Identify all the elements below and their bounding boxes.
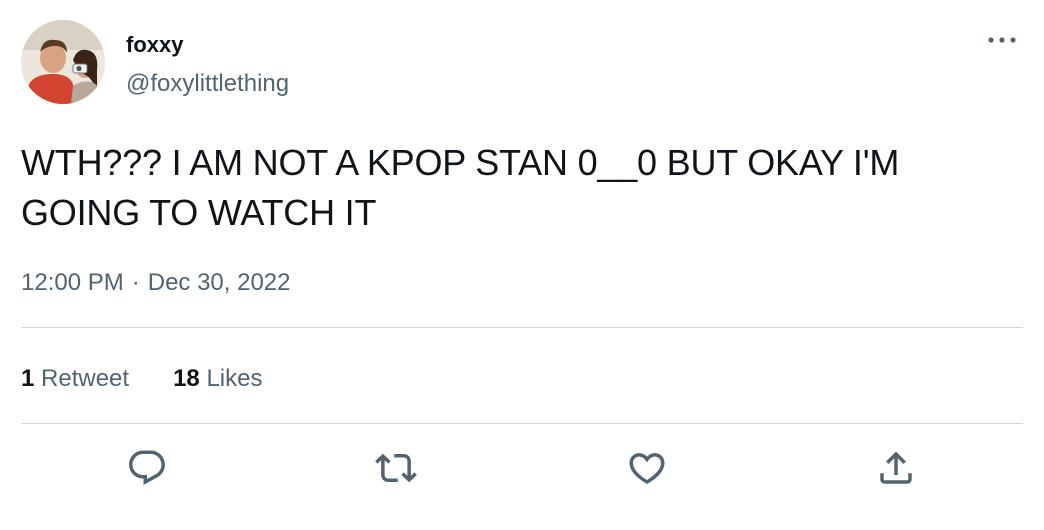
more-dots-icon: [988, 37, 1016, 43]
likes-stat[interactable]: 18 Likes: [173, 364, 262, 394]
reply-button[interactable]: [125, 446, 169, 490]
retweets-count: 1: [21, 365, 35, 392]
avatar[interactable]: [21, 20, 105, 104]
reply-icon: [129, 450, 165, 485]
share-icon: [880, 451, 912, 484]
tweet-card: foxxy @foxylittlething WTH??? I AM NOT A…: [0, 0, 1044, 530]
avatar-photo-icon: [21, 20, 105, 104]
tweet-text: WTH??? I AM NOT A KPOP STAN 0__0 BUT OKA…: [21, 142, 900, 233]
divider-top: [21, 327, 1023, 328]
heart-icon: [629, 453, 665, 485]
tweet-stats: 1 Retweet 18 Likes: [21, 364, 262, 394]
more-options-button[interactable]: [984, 26, 1020, 54]
retweet-button[interactable]: [374, 446, 418, 490]
tweet-date[interactable]: Dec 30, 2022: [148, 268, 291, 298]
author-handle[interactable]: @foxylittlething: [126, 70, 289, 98]
author-display-name[interactable]: foxxy: [126, 32, 183, 58]
likes-label: Likes: [206, 365, 263, 392]
meta-separator: ·: [131, 269, 140, 296]
tweet-metadata: 12:00 PM · Dec 30, 2022: [21, 268, 291, 298]
like-button[interactable]: [625, 446, 669, 490]
likes-count: 18: [173, 365, 200, 392]
share-button[interactable]: [874, 446, 918, 490]
tweet-time[interactable]: 12:00 PM: [21, 268, 124, 298]
divider-bottom: [21, 423, 1023, 424]
retweets-label: Retweet: [41, 365, 130, 392]
retweet-icon: [375, 453, 417, 483]
retweets-stat[interactable]: 1 Retweet: [21, 364, 129, 394]
